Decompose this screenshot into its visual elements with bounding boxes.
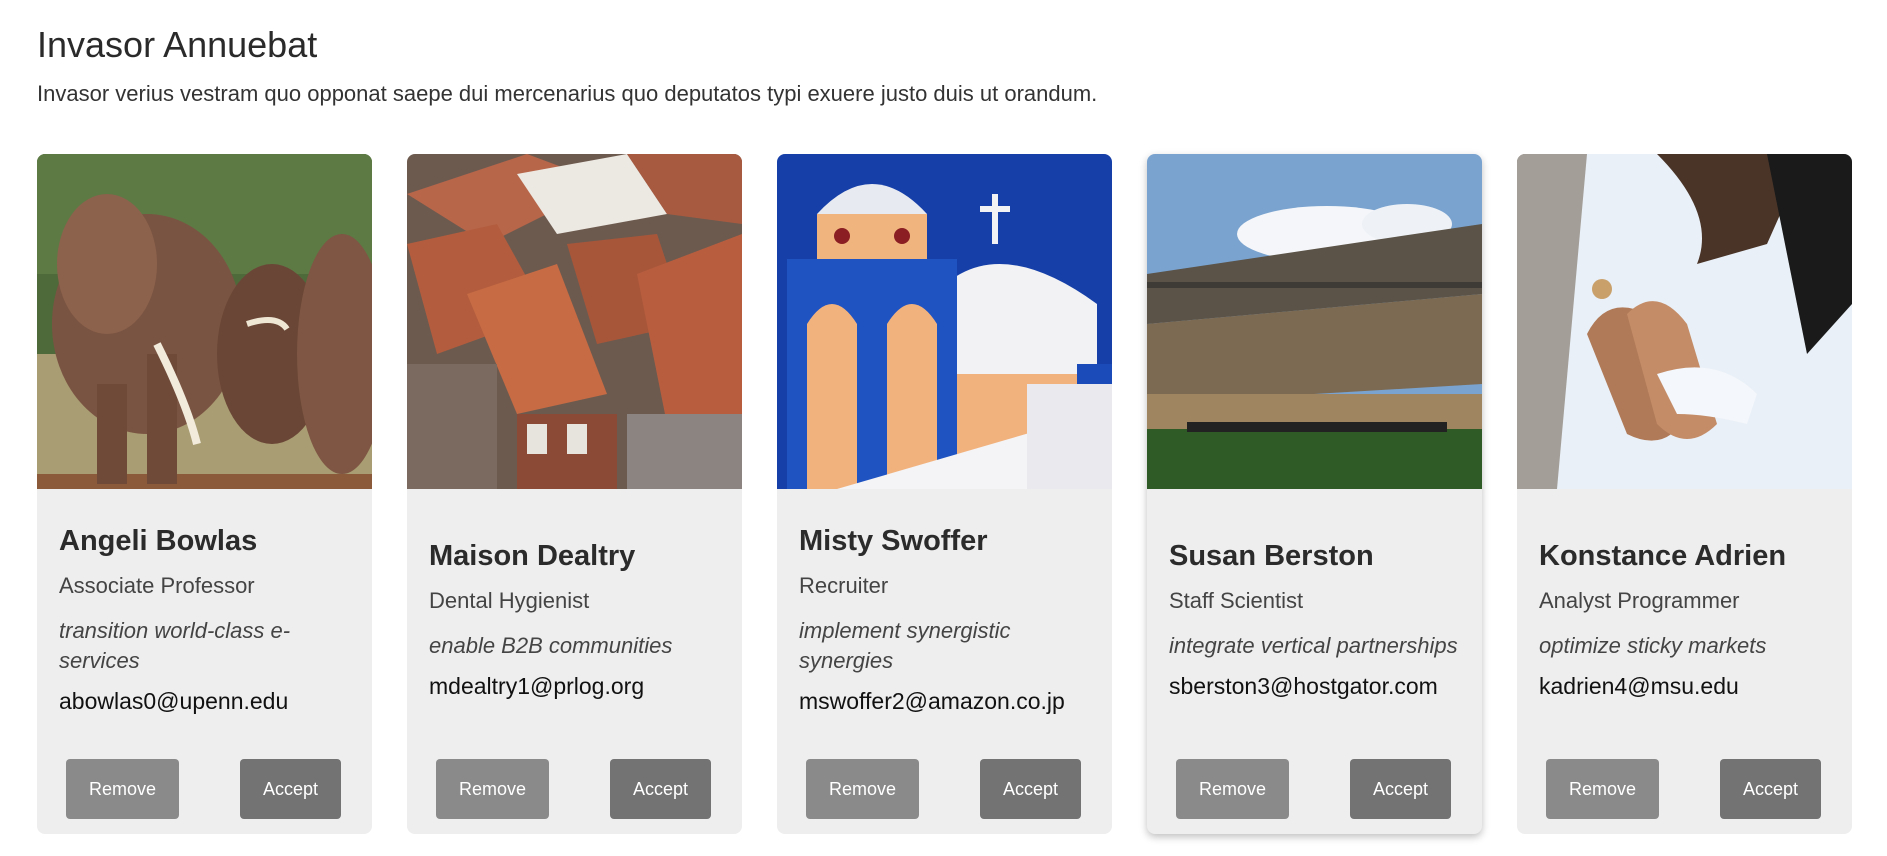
rooftops-photo (407, 154, 742, 489)
card-role: Dental Hygienist (429, 587, 590, 613)
accept-button[interactable]: Accept (1720, 759, 1821, 819)
card-tagline: implement synergistic synergies (799, 617, 1011, 673)
card-email: sberston3@hostgator.com (1169, 672, 1438, 699)
profile-card: Angeli Bowlas Associate Professor transi… (37, 154, 372, 834)
stadium-photo (1147, 154, 1482, 489)
card-name: Konstance Adrien (1539, 539, 1787, 572)
accept-button[interactable]: Accept (240, 759, 341, 819)
card-email: mswoffer2@amazon.co.jp (799, 687, 1065, 714)
remove-button[interactable]: Remove (1546, 759, 1659, 819)
page-subtitle: Invasor verius vestram quo opponat saepe… (37, 81, 1098, 106)
holding-hands-photo (1517, 154, 1852, 489)
remove-button[interactable]: Remove (66, 759, 179, 819)
remove-button[interactable]: Remove (1176, 759, 1289, 819)
card-role: Analyst Programmer (1539, 587, 1740, 613)
accept-button[interactable]: Accept (1350, 759, 1451, 819)
card-role: Recruiter (799, 572, 889, 598)
profile-card: Maison Dealtry Dental Hygienist enable B… (407, 154, 742, 834)
elephants-photo (37, 154, 372, 489)
card-name: Susan Berston (1169, 539, 1374, 572)
remove-button[interactable]: Remove (806, 759, 919, 819)
remove-button[interactable]: Remove (436, 759, 549, 819)
profile-card: Misty Swoffer Recruiter implement synerg… (777, 154, 1112, 834)
card-role: Staff Scientist (1169, 587, 1304, 613)
card-tagline: transition world-class e-services (59, 617, 291, 673)
card-email: kadrien4@msu.edu (1539, 672, 1739, 699)
page-title: Invasor Annuebat (37, 24, 318, 65)
card-email: abowlas0@upenn.edu (59, 687, 289, 714)
accept-button[interactable]: Accept (980, 759, 1081, 819)
card-tagline: optimize sticky markets (1539, 632, 1767, 658)
profile-card-list: Angeli Bowlas Associate Professor transi… (37, 154, 1852, 834)
card-tagline: enable B2B communities (429, 632, 673, 658)
accept-button[interactable]: Accept (610, 759, 711, 819)
church-dome-photo (777, 154, 1112, 489)
card-email: mdealtry1@prlog.org (429, 672, 645, 699)
card-name: Maison Dealtry (429, 539, 636, 572)
card-tagline: integrate vertical partnerships (1169, 632, 1458, 658)
card-name: Misty Swoffer (799, 524, 988, 557)
card-role: Associate Professor (59, 572, 255, 598)
profile-card: Susan Berston Staff Scientist integrate … (1147, 154, 1482, 834)
profile-card: Konstance Adrien Analyst Programmer opti… (1517, 154, 1852, 834)
card-name: Angeli Bowlas (59, 524, 258, 557)
